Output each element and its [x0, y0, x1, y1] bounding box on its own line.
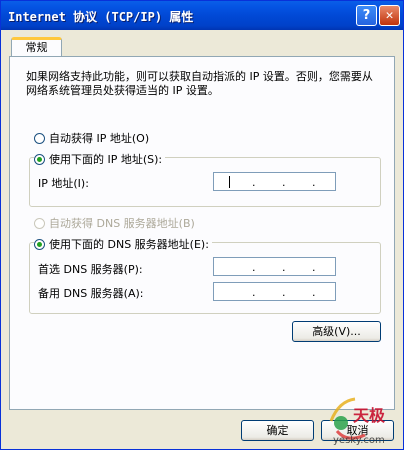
- radio-manual-ip-label: 使用下面的 IP 地址(S):: [49, 153, 163, 166]
- radio-manual-ip[interactable]: 使用下面的 IP 地址(S):: [34, 151, 166, 167]
- radio-manual-dns-label: 使用下面的 DNS 服务器地址(E):: [49, 238, 209, 251]
- properties-dialog: Internet 协议 (TCP/IP) 属性 ? ✕ 常规 如果网络支持此功能…: [0, 0, 404, 450]
- close-icon[interactable]: ✕: [379, 5, 400, 26]
- text-caret: [229, 176, 230, 188]
- title-bar[interactable]: Internet 协议 (TCP/IP) 属性 ? ✕: [1, 1, 403, 30]
- ip-separator: .: [252, 261, 256, 274]
- tab-panel-general: 如果网络支持此功能，则可以获取自动指派的 IP 设置。否则，您需要从网络系统管理…: [9, 56, 395, 410]
- ip-separator: .: [312, 176, 316, 189]
- advanced-button[interactable]: 高级(V)...: [292, 321, 381, 342]
- ok-button[interactable]: 确定: [241, 420, 314, 441]
- alternate-dns-label: 备用 DNS 服务器(A):: [38, 287, 144, 300]
- radio-auto-dns-circle: [34, 218, 45, 229]
- ip-separator: .: [282, 286, 286, 299]
- yesky-logo: 天极 yesky.com: [329, 397, 386, 446]
- ip-address-label: IP 地址(I):: [38, 177, 89, 190]
- radio-manual-ip-circle[interactable]: [34, 154, 45, 165]
- window-title: Internet 协议 (TCP/IP) 属性: [8, 10, 194, 24]
- ip-separator: .: [252, 176, 256, 189]
- watermark-brand: 天极: [353, 406, 386, 425]
- ip-separator: .: [282, 176, 286, 189]
- alternate-dns-field[interactable]: . . .: [213, 282, 336, 301]
- ip-separator: .: [282, 261, 286, 274]
- help-icon[interactable]: ?: [356, 5, 377, 26]
- preferred-dns-field[interactable]: . . .: [213, 257, 336, 276]
- radio-auto-dns-label: 自动获得 DNS 服务器地址(B): [49, 217, 195, 230]
- description-text: 如果网络支持此功能，则可以获取自动指派的 IP 设置。否则，您需要从网络系统管理…: [26, 70, 373, 97]
- radio-auto-dns: 自动获得 DNS 服务器地址(B): [34, 215, 195, 231]
- ip-separator: .: [312, 286, 316, 299]
- ip-separator: .: [312, 261, 316, 274]
- tab-general[interactable]: 常规: [11, 37, 62, 57]
- watermark-url: yesky.com: [333, 435, 385, 446]
- radio-manual-dns[interactable]: 使用下面的 DNS 服务器地址(E):: [34, 236, 212, 252]
- radio-manual-dns-circle[interactable]: [34, 239, 45, 250]
- yesky-watermark: 天极 yesky.com: [325, 391, 401, 447]
- radio-auto-ip[interactable]: 自动获得 IP 地址(O): [34, 130, 149, 146]
- preferred-dns-label: 首选 DNS 服务器(P):: [38, 263, 143, 276]
- dns-address-group: [29, 242, 381, 314]
- radio-auto-ip-circle[interactable]: [34, 133, 45, 144]
- radio-auto-ip-label: 自动获得 IP 地址(O): [49, 132, 150, 145]
- ip-separator: .: [252, 286, 256, 299]
- ip-address-field[interactable]: . . .: [213, 172, 336, 191]
